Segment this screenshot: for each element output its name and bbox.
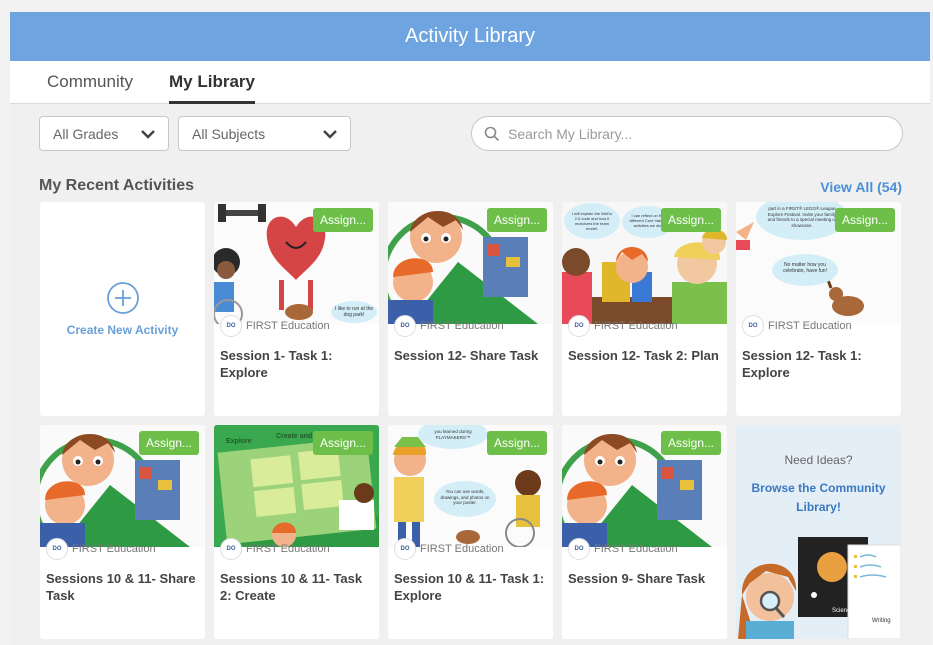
browse-ideas-card[interactable]: Need Ideas? Browse the Community Library… bbox=[736, 425, 901, 639]
assign-button[interactable]: Assign... bbox=[660, 431, 721, 455]
illustration-label: Science bbox=[832, 608, 854, 614]
assign-button[interactable]: Assign... bbox=[138, 431, 199, 455]
tab-my-library[interactable]: My Library bbox=[169, 72, 255, 92]
activity-library-window: Activity Library Community My Library Al… bbox=[10, 12, 930, 645]
publisher: DO FIRST Education bbox=[46, 538, 156, 560]
subjects-select[interactable]: All Subjects bbox=[178, 116, 351, 151]
publisher-name: FIRST Education bbox=[594, 320, 678, 332]
publisher: DO FIRST Education bbox=[394, 538, 504, 560]
activity-title: Sessions 10 & 11- Task 2: Create bbox=[220, 571, 363, 603]
plus-circle-icon bbox=[106, 282, 139, 314]
publisher: DO FIRST Education bbox=[220, 315, 330, 337]
publisher-name: FIRST Education bbox=[246, 543, 330, 555]
window-title: Activity Library bbox=[404, 25, 536, 47]
assign-button[interactable]: Assign... bbox=[312, 431, 373, 455]
search-input[interactable] bbox=[508, 125, 868, 142]
subjects-select-value: All Subjects bbox=[192, 125, 266, 142]
grades-select-value: All Grades bbox=[53, 125, 119, 142]
illustration-label: Writing bbox=[872, 618, 891, 624]
activity-card[interactable]: you learned during PLAYMAKERS™ You can u… bbox=[388, 425, 553, 639]
speech-bubble: You can use words, drawings, and photos … bbox=[434, 481, 496, 517]
publisher-logo: DO bbox=[568, 538, 590, 560]
activity-title: Session 10 & 11- Task 1: Explore bbox=[394, 571, 545, 603]
create-new-activity-label: Create New Activity bbox=[66, 323, 179, 337]
active-tab-indicator bbox=[169, 101, 255, 104]
activity-card[interactable]: I will explain the WeDo 2.0 code and how… bbox=[562, 202, 727, 416]
assign-button[interactable]: Assign... bbox=[834, 208, 895, 232]
publisher-logo: DO bbox=[220, 315, 242, 337]
section-title: My Recent Activities bbox=[39, 177, 195, 194]
publisher-logo: DO bbox=[742, 315, 764, 337]
publisher-name: FIRST Education bbox=[246, 320, 330, 332]
publisher-logo: DO bbox=[568, 315, 590, 337]
activity-card[interactable]: Assign... DO FIRST Education Sessions 10… bbox=[40, 425, 205, 639]
activity-card[interactable]: part in a FIRST® LEGO® League Explore Fe… bbox=[736, 202, 901, 416]
create-new-activity-card[interactable]: Create New Activity bbox=[40, 202, 205, 416]
publisher-name: FIRST Education bbox=[420, 320, 504, 332]
publisher: DO FIRST Education bbox=[742, 315, 852, 337]
tab-community[interactable]: Community bbox=[47, 72, 133, 92]
activity-title: Session 9- Share Task bbox=[568, 571, 706, 586]
publisher-logo: DO bbox=[394, 315, 416, 337]
search-icon bbox=[484, 126, 500, 141]
filter-bar: All Grades All Subjects bbox=[10, 116, 930, 152]
speech-bubble: I will explain the WeDo 2.0 code and how… bbox=[564, 203, 620, 239]
activity-card[interactable]: Assign... DO FIRST Education Session 9- … bbox=[562, 425, 727, 639]
window-titlebar: Activity Library bbox=[10, 12, 930, 61]
tab-bar: Community My Library bbox=[10, 61, 930, 104]
assign-button[interactable]: Assign... bbox=[660, 208, 721, 232]
publisher-name: FIRST Education bbox=[420, 543, 504, 555]
publisher-logo: DO bbox=[394, 538, 416, 560]
activity-title: Session 12- Task 1: Explore bbox=[742, 348, 862, 380]
assign-button[interactable]: Assign... bbox=[312, 208, 373, 232]
view-all-link[interactable]: View All (54) bbox=[820, 179, 902, 195]
activity-title: Session 12- Task 2: Plan bbox=[568, 348, 719, 363]
browse-community-link[interactable]: Browse the Community Library! bbox=[736, 479, 901, 517]
assign-button[interactable]: Assign... bbox=[486, 431, 547, 455]
activity-card[interactable]: Assign... DO FIRST Education Session 12-… bbox=[388, 202, 553, 416]
grades-select[interactable]: All Grades bbox=[39, 116, 169, 151]
publisher-logo: DO bbox=[46, 538, 68, 560]
speech-bubble: I like to run at the dog park! bbox=[331, 301, 377, 323]
chevron-down-icon bbox=[323, 130, 337, 139]
activity-card[interactable]: Explore Create and Sh Assign... DO FIRST… bbox=[214, 425, 379, 639]
publisher: DO FIRST Education bbox=[568, 538, 678, 560]
publisher-name: FIRST Education bbox=[594, 543, 678, 555]
publisher: DO FIRST Education bbox=[220, 538, 330, 560]
chevron-down-icon bbox=[141, 130, 155, 139]
activity-card[interactable]: I like to run at the dog park! Assign...… bbox=[214, 202, 379, 416]
publisher-name: FIRST Education bbox=[768, 320, 852, 332]
publisher-name: FIRST Education bbox=[72, 543, 156, 555]
publisher: DO FIRST Education bbox=[568, 315, 678, 337]
publisher-logo: DO bbox=[220, 538, 242, 560]
assign-button[interactable]: Assign... bbox=[486, 208, 547, 232]
poster-heading: Explore bbox=[226, 438, 252, 445]
activity-title: Session 1- Task 1: Explore bbox=[220, 348, 333, 380]
activity-title: Sessions 10 & 11- Share Task bbox=[46, 571, 196, 603]
activity-title: Session 12- Share Task bbox=[394, 348, 539, 363]
ideas-question: Need Ideas? bbox=[784, 453, 853, 467]
search-box[interactable] bbox=[471, 116, 903, 151]
speech-bubble: No matter how you celebrate, have fun! bbox=[772, 254, 838, 286]
publisher: DO FIRST Education bbox=[394, 315, 504, 337]
